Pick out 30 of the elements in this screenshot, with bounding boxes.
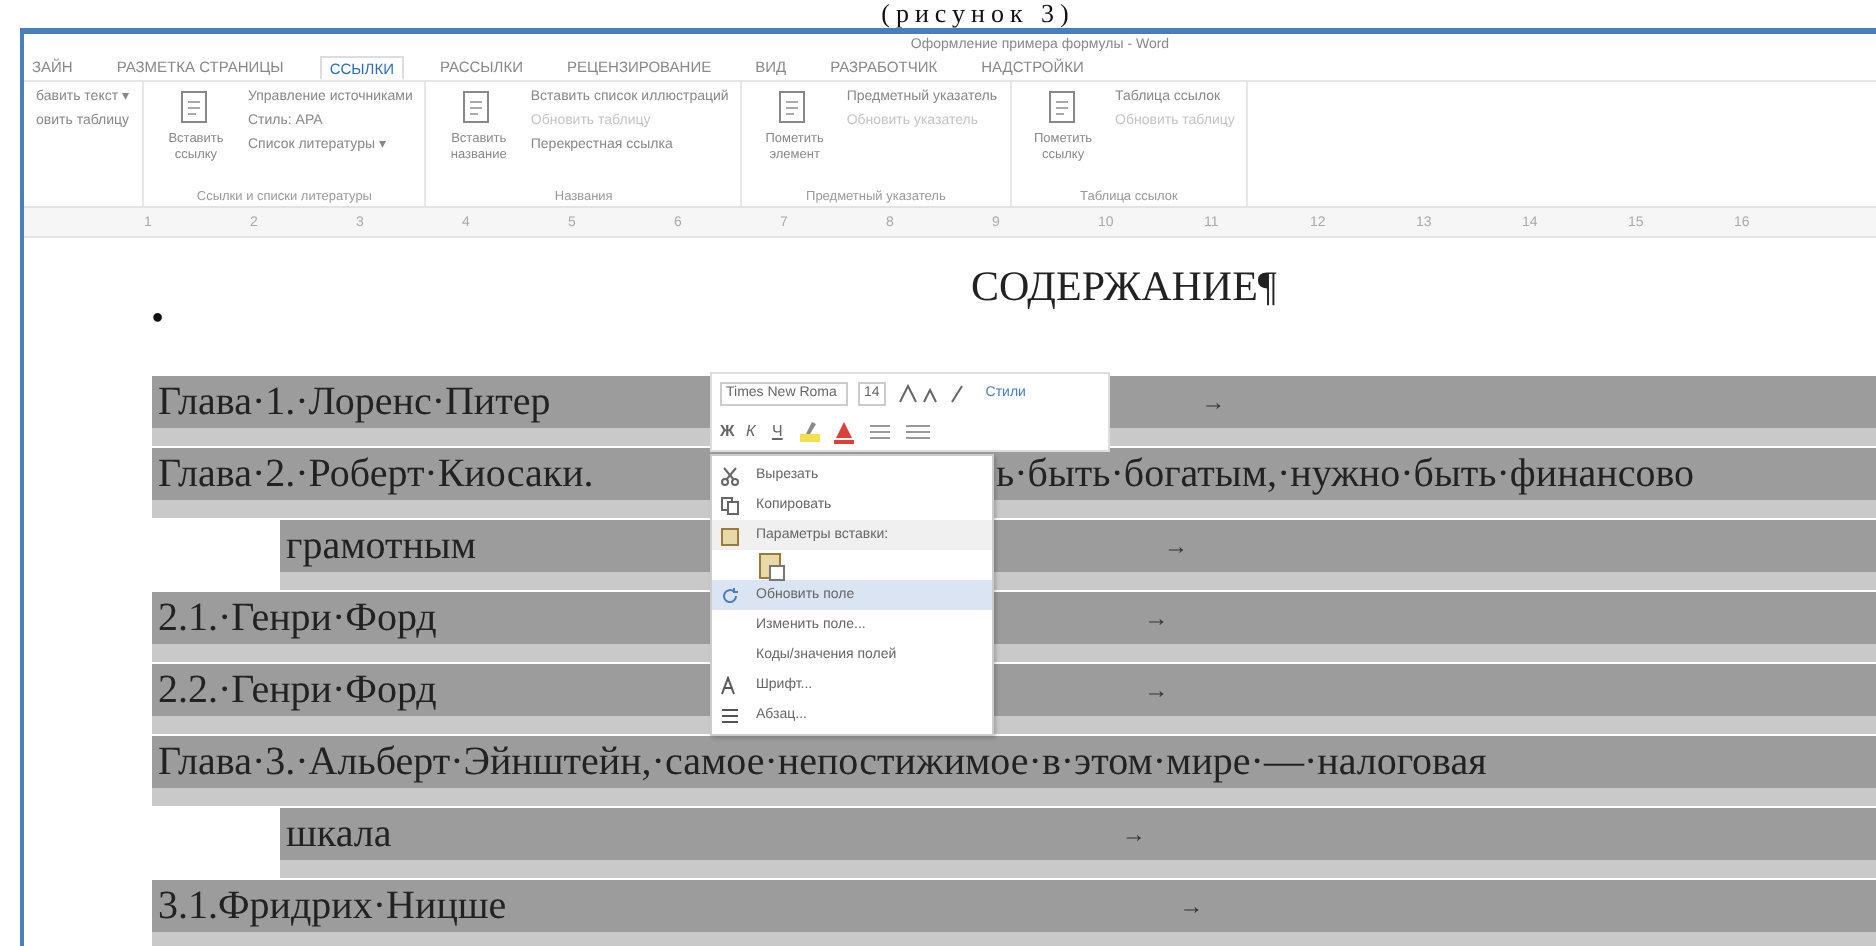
toc-text: Глава·1.·Лоренс·Питер bbox=[158, 379, 551, 425]
letter-icon bbox=[720, 675, 740, 695]
toc-text: 3.1.Фридрих·Ницше bbox=[158, 883, 507, 929]
toc-text: ь·быть·богатым,·нужно·быть·финансово bbox=[996, 451, 1695, 497]
tab-mark: → bbox=[1164, 531, 1188, 561]
heading: СОДЕРЖАНИЕ¶ bbox=[969, 260, 1279, 314]
toc-text: Глава·3.·Альберт·Эйнштейн,·самое·непостижимое·в·этом·мире·—·налоговая bbox=[158, 739, 1487, 785]
italic-button[interactable]: К bbox=[746, 422, 762, 440]
copy-icon bbox=[720, 495, 740, 515]
lines-icon bbox=[720, 705, 740, 725]
toc-text: 2.1.·Генри·Форд bbox=[158, 595, 437, 641]
toc-text: Глава·2.·Роберт·Киосаки. bbox=[158, 451, 596, 497]
refresh-icon bbox=[720, 585, 740, 605]
tab-mark: → bbox=[1179, 891, 1204, 921]
tab-mark: → bbox=[1144, 603, 1169, 633]
toc-text: 2.2.·Генри·Форд bbox=[158, 667, 437, 713]
tab-mark: → bbox=[1144, 675, 1169, 705]
tab-mark: → bbox=[1201, 387, 1226, 417]
scissors-icon bbox=[720, 465, 740, 485]
clipboard-icon bbox=[756, 549, 788, 581]
toc-text: грамотным bbox=[286, 523, 477, 569]
clipboard-icon bbox=[720, 525, 740, 545]
toc-text: шкала bbox=[286, 811, 392, 857]
bullet-mark: • bbox=[152, 302, 166, 340]
bold-button[interactable]: Ж bbox=[720, 422, 736, 440]
highlighter-icon[interactable] bbox=[798, 419, 822, 443]
underline-button[interactable]: Ч bbox=[772, 422, 788, 440]
caption-text: (рисунок 3) bbox=[881, 0, 1075, 28]
tab-mark: → bbox=[1121, 819, 1146, 849]
font-color-icon[interactable] bbox=[832, 419, 856, 443]
